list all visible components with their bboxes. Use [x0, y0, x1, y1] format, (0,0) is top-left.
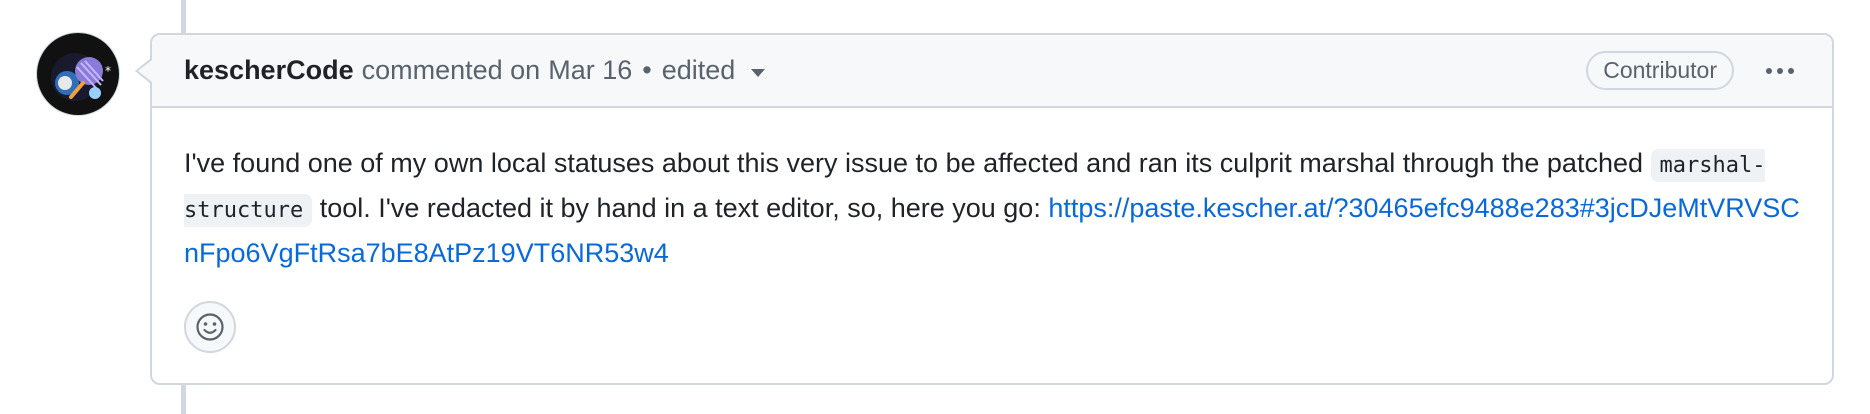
comment-caret-fill: [138, 60, 152, 82]
body-text-2: tool. I've redacted it by hand in a text…: [312, 193, 1049, 223]
kebab-horizontal-icon[interactable]: [1758, 60, 1802, 82]
edited-dropdown[interactable]: edited: [662, 55, 766, 86]
separator-dot: •: [642, 55, 652, 85]
body-text-1: I've found one of my own local statuses …: [184, 148, 1651, 178]
comment-box: kescherCode commented on Mar 16 • edited…: [150, 33, 1834, 385]
author-link[interactable]: kescherCode: [184, 55, 354, 86]
comment-body: I've found one of my own local statuses …: [152, 108, 1832, 274]
chevron-down-icon: [751, 68, 766, 77]
user-avatar-icon: *: [37, 33, 119, 115]
comment-date[interactable]: Mar 16: [548, 55, 632, 86]
comment-header: kescherCode commented on Mar 16 • edited…: [152, 35, 1832, 108]
add-reaction-button[interactable]: [184, 301, 236, 353]
comment-action: commented on: [361, 55, 541, 85]
svg-text:*: *: [105, 64, 111, 78]
avatar[interactable]: *: [36, 32, 120, 116]
smiley-icon: [196, 313, 224, 341]
contributor-badge: Contributor: [1586, 51, 1734, 90]
edited-label: edited: [661, 55, 736, 85]
